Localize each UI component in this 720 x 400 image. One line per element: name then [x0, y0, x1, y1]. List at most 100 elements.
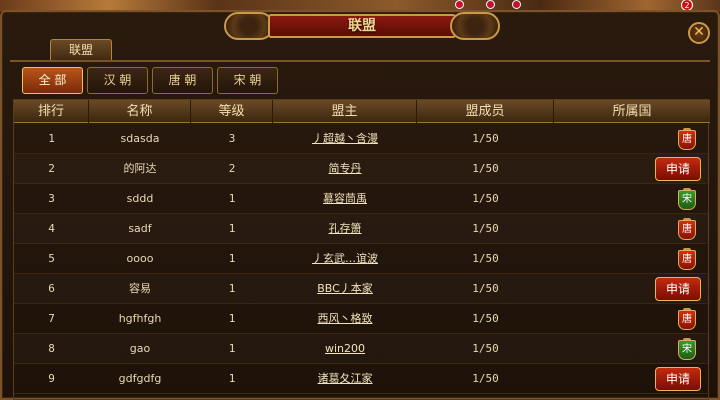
- country-cell: 唐: [554, 124, 710, 154]
- tab-alliance[interactable]: 联盟: [50, 39, 112, 61]
- country-cell: 申请: [554, 364, 710, 394]
- tang-country-icon: 唐: [678, 308, 696, 330]
- apply-button[interactable]: 申请: [655, 367, 701, 391]
- leader-link[interactable]: 西风丶格致: [318, 312, 373, 325]
- scene-marker-icon: [512, 0, 521, 9]
- song-country-icon: 宋: [678, 338, 696, 360]
- scene-marker-icon: [486, 0, 495, 9]
- column-header-country[interactable]: 所属国: [554, 100, 710, 123]
- members-cell: 1/50: [472, 342, 499, 355]
- column-header-members[interactable]: 盟成员: [417, 100, 554, 123]
- country-cell: 唐: [554, 304, 710, 334]
- country-banner: 唐: [678, 310, 696, 330]
- level-cell: 1: [228, 252, 236, 265]
- alliance-name-cell: 容易: [129, 282, 151, 295]
- table-row[interactable]: 9 gdfgdfg 1 诸葛夂江家 1/50 申请: [14, 364, 710, 394]
- members-cell: 1/50: [472, 162, 499, 175]
- tang-country-icon: 唐: [678, 218, 696, 240]
- rank-cell: 1: [48, 132, 55, 145]
- column-header-leader[interactable]: 盟主: [273, 100, 417, 123]
- leader-link[interactable]: BBC丿本家: [317, 282, 373, 295]
- level-cell: 1: [228, 282, 236, 295]
- leader-link[interactable]: 慕容茼禹: [323, 192, 367, 205]
- members-cell: 1/50: [472, 372, 499, 385]
- leader-link[interactable]: 丿超越丶含漫: [312, 132, 378, 145]
- filter-all-button[interactable]: 全 部: [22, 67, 83, 94]
- members-cell: 1/50: [472, 312, 499, 325]
- members-cell: 1/50: [472, 282, 499, 295]
- scene-marker-icon: [455, 0, 464, 9]
- country-cell: 宋: [554, 184, 710, 214]
- alliance-table: 排行 名称 等级 盟主 盟成员 所属国 1 sdasda 3 丿超越丶含漫 1/50 唐 2…: [13, 99, 710, 400]
- table-row[interactable]: 1 sdasda 3 丿超越丶含漫 1/50 唐: [14, 124, 710, 154]
- country-banner: 唐: [678, 130, 696, 150]
- level-cell: 1: [228, 372, 236, 385]
- alliance-name-cell: gdfgdfg: [118, 372, 162, 385]
- leader-link[interactable]: 孔存箫: [329, 222, 362, 235]
- level-cell: 1: [228, 342, 236, 355]
- column-header-level[interactable]: 等级: [191, 100, 273, 123]
- table-row[interactable]: 3 sddd 1 慕容茼禹 1/50 宋: [14, 184, 710, 214]
- country-cell: 唐: [554, 244, 710, 274]
- tab-divider: [10, 60, 710, 62]
- apply-button[interactable]: 申请: [655, 157, 701, 181]
- country-cell: 申请: [554, 154, 710, 184]
- tang-country-icon: 唐: [678, 248, 696, 270]
- leader-cell: 孔存箫: [273, 214, 417, 244]
- filter-han-button[interactable]: 汉 朝: [87, 67, 148, 94]
- alliance-name-cell: sadf: [128, 222, 152, 235]
- apply-button[interactable]: 申请: [655, 277, 701, 301]
- filter-song-button[interactable]: 宋 朝: [217, 67, 278, 94]
- table-header: 排行 名称 等级 盟主 盟成员 所属国: [14, 100, 710, 123]
- filter-tang-button[interactable]: 唐 朝: [152, 67, 213, 94]
- scroll-ornament-right: [450, 12, 500, 40]
- alliance-name-cell: hgfhfgh: [118, 312, 162, 325]
- table-row[interactable]: 4 sadf 1 孔存箫 1/50 唐: [14, 214, 710, 244]
- table-row[interactable]: 8 gao 1 win200 1/50 宋: [14, 334, 710, 364]
- leader-link[interactable]: 简专丹: [329, 162, 362, 175]
- leader-cell: BBC丿本家: [273, 274, 417, 304]
- members-cell: 1/50: [472, 222, 499, 235]
- scroll-ornament-left: [224, 12, 274, 40]
- table-row[interactable]: 6 容易 1 BBC丿本家 1/50 申请: [14, 274, 710, 304]
- alliance-name-cell: 的阿达: [123, 162, 157, 175]
- rank-cell: 4: [48, 222, 55, 235]
- leader-cell: 诸葛夂江家: [273, 364, 417, 394]
- column-header-name[interactable]: 名称: [89, 100, 191, 123]
- leader-cell: 西风丶格致: [273, 304, 417, 334]
- close-button[interactable]: ✕: [688, 22, 710, 44]
- leader-cell: 丿玄武…谊波: [273, 244, 417, 274]
- level-cell: 3: [228, 132, 236, 145]
- level-cell: 1: [228, 222, 236, 235]
- table-row[interactable]: 5 oooo 1 丿玄武…谊波 1/50 唐: [14, 244, 710, 274]
- leader-link[interactable]: 丿玄武…谊波: [312, 252, 378, 265]
- country-banner: 唐: [678, 250, 696, 270]
- rank-cell: 7: [48, 312, 55, 325]
- rank-cell: 8: [48, 342, 55, 355]
- rank-cell: 6: [48, 282, 55, 295]
- alliance-name-cell: oooo: [126, 252, 154, 265]
- country-banner: 宋: [678, 340, 696, 360]
- leader-cell: 丿超越丶含漫: [273, 124, 417, 154]
- rank-cell: 2: [48, 162, 55, 175]
- country-banner: 宋: [678, 190, 696, 210]
- leader-link[interactable]: win200: [325, 342, 365, 355]
- alliance-name-cell: sdasda: [120, 132, 160, 145]
- alliance-name-cell: sddd: [126, 192, 154, 205]
- title-ornament: 联盟: [224, 12, 500, 42]
- members-cell: 1/50: [472, 132, 499, 145]
- song-country-icon: 宋: [678, 188, 696, 210]
- country-banner: 唐: [678, 220, 696, 240]
- members-cell: 1/50: [472, 192, 499, 205]
- rank-cell: 9: [48, 372, 55, 385]
- leader-cell: 慕容茼禹: [273, 184, 417, 214]
- rank-cell: 5: [48, 252, 55, 265]
- column-header-rank[interactable]: 排行: [14, 100, 89, 123]
- rank-cell: 3: [48, 192, 55, 205]
- table-row[interactable]: 7 hgfhfgh 1 西风丶格致 1/50 唐: [14, 304, 710, 334]
- members-cell: 1/50: [472, 252, 499, 265]
- table-row[interactable]: 2 的阿达 2 简专丹 1/50 申请: [14, 154, 710, 184]
- leader-link[interactable]: 诸葛夂江家: [318, 372, 373, 385]
- leader-cell: win200: [273, 334, 417, 364]
- level-cell: 2: [228, 162, 236, 175]
